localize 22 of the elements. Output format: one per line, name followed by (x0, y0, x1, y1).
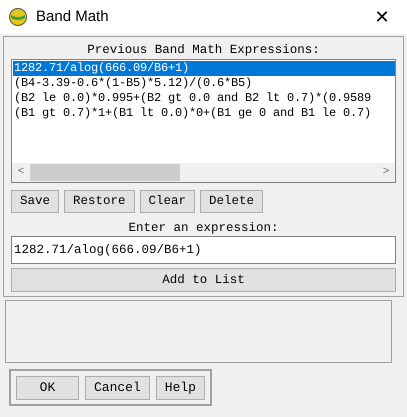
expression-item[interactable]: (B2 le 0.0)*0.995+(B2 gt 0.0 and B2 lt 0.7)*(0.9589 (13, 91, 395, 106)
expression-field[interactable]: 1282.71/alog(666.09/B6+1) (11, 236, 396, 264)
list-button[interactable]: Clear (140, 190, 196, 213)
dialog-button[interactable]: OK (16, 376, 79, 400)
expression-item[interactable]: (B1 gt 0.7)*1+(B1 lt 0.0)*0+(B1 ge 0 and B1 le 0.7) (13, 106, 395, 121)
horizontal-scrollbar[interactable]: < > (12, 163, 395, 182)
globe-icon (8, 7, 28, 27)
scroll-left-button[interactable]: < (12, 164, 30, 181)
dialog-button[interactable]: Cancel (84, 376, 150, 400)
add-to-list-button[interactable]: Add to List (11, 268, 396, 292)
expression-label: Enter an expression: (127, 220, 280, 236)
scrollbar-thumb[interactable] (30, 164, 180, 181)
window-title: Band Math (36, 6, 109, 27)
expression-item[interactable]: 1282.71/alog(666.09/B6+1) (13, 61, 395, 76)
expression-item[interactable]: (B4-3.39-0.6*(1-B5)*5.12)/(0.6*B5) (13, 76, 395, 91)
list-button[interactable]: Restore (64, 190, 135, 213)
previous-expressions-label: Previous Band Math Expressions: (86, 42, 321, 58)
close-button[interactable]: ✕ (365, 2, 399, 32)
dialog-button[interactable]: Help (156, 376, 205, 400)
scroll-right-button[interactable]: > (377, 164, 395, 181)
list-button[interactable]: Save (11, 190, 60, 213)
list-button[interactable]: Delete (200, 190, 264, 213)
